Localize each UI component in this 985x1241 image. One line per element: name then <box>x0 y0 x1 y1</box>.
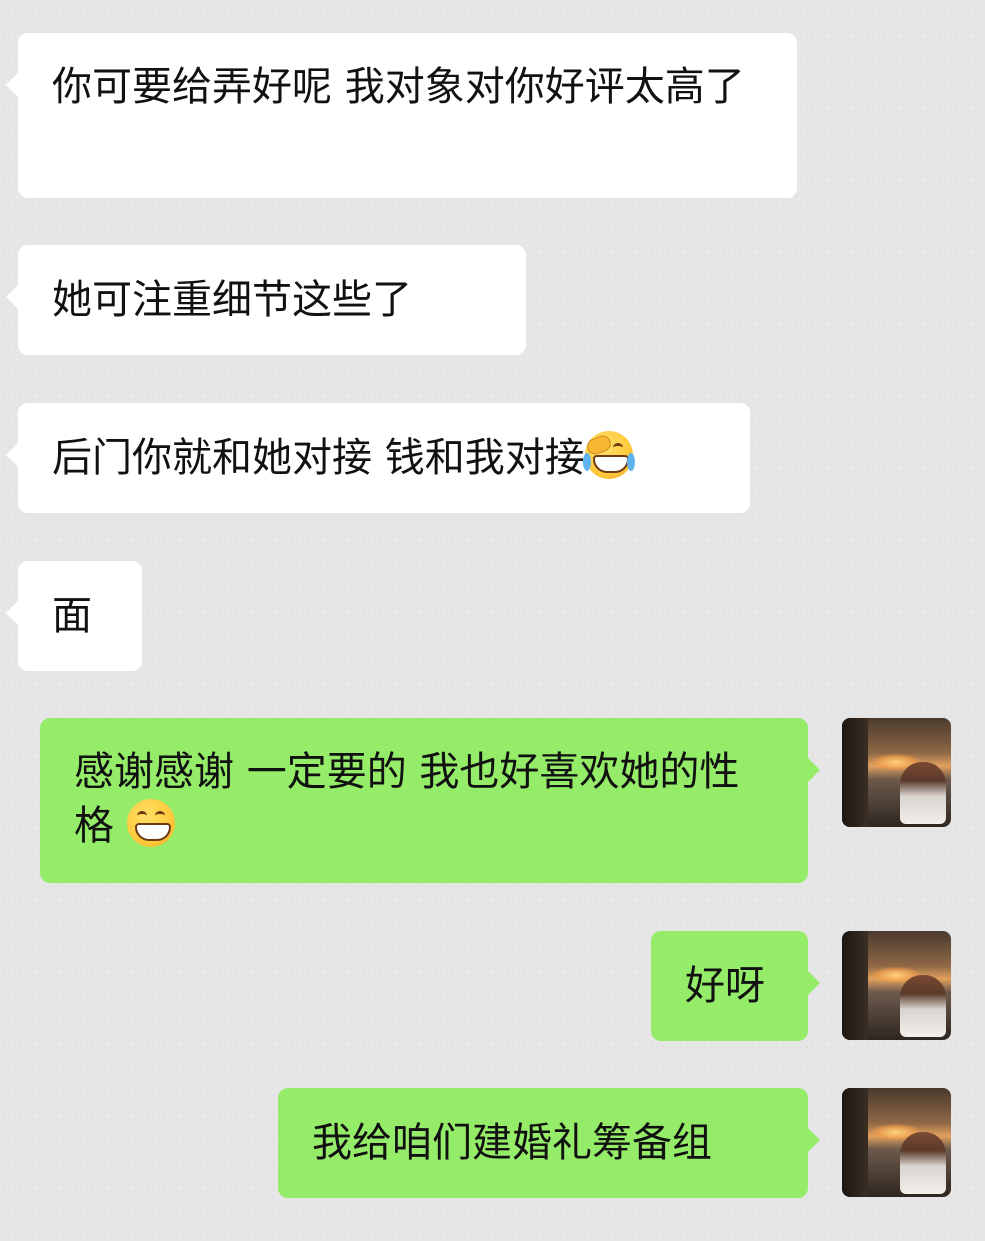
received-message-bubble[interactable]: 你可要给弄好呢 我对象对你好评太高了 <box>6 33 797 198</box>
message-text: 感谢感谢 一定要的 我也好喜欢她的性格 <box>74 749 740 849</box>
message-text: 她可注重细节这些了 <box>52 277 412 323</box>
sent-message-bubble[interactable]: 感谢感谢 一定要的 我也好喜欢她的性格 <box>40 718 820 883</box>
avatar[interactable] <box>842 718 951 827</box>
message-text: 我给咱们建婚礼筹备组 <box>312 1120 712 1166</box>
message-text: 你可要给弄好呢 我对象对你好评太高了 <box>52 64 745 110</box>
message-text: 好呀 <box>685 963 765 1009</box>
received-message-bubble[interactable]: 后门你就和她对接 钱和我对接 <box>6 403 750 513</box>
received-message-bubble[interactable]: 面 <box>6 561 142 671</box>
face-with-tears-of-joy-icon <box>582 431 635 479</box>
grinning-face-icon <box>126 799 175 847</box>
received-message-bubble[interactable]: 她可注重细节这些了 <box>6 245 526 355</box>
avatar[interactable] <box>842 1088 951 1197</box>
message-text: 面 <box>52 593 92 639</box>
sent-message-bubble[interactable]: 我给咱们建婚礼筹备组 <box>278 1088 820 1198</box>
sent-message-bubble[interactable]: 好呀 <box>651 931 820 1041</box>
avatar[interactable] <box>842 931 951 1040</box>
message-text: 后门你就和她对接 钱和我对接 <box>52 435 585 481</box>
